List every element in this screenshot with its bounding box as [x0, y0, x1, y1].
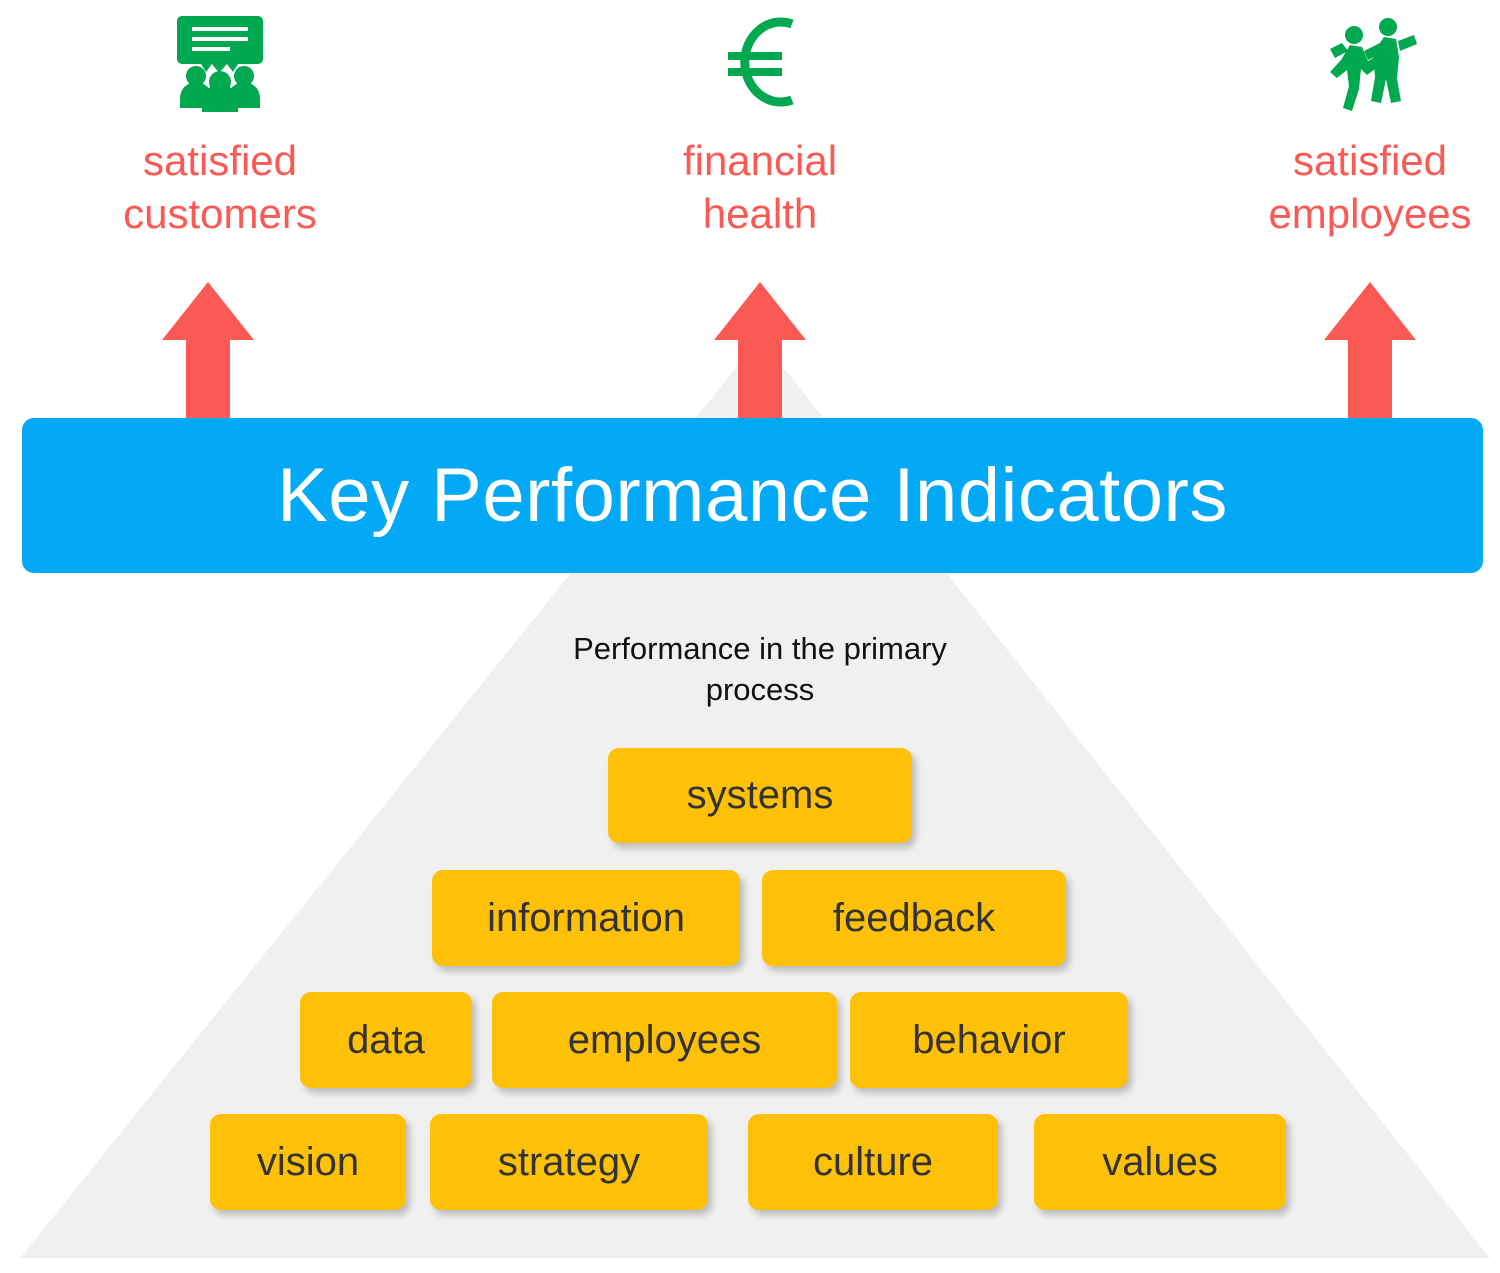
outcome-label: satisfied customers — [123, 137, 317, 238]
up-arrow-icon — [162, 282, 254, 430]
pyramid-block-employees[interactable]: employees — [492, 992, 837, 1088]
kpi-banner: Key Performance Indicators — [22, 418, 1483, 573]
up-arrow-icon — [1324, 282, 1416, 430]
pyramid-caption: Performance in the primary process — [573, 631, 947, 708]
pyramid-block-culture[interactable]: culture — [748, 1114, 998, 1210]
pyramid-block-feedback[interactable]: feedback — [762, 870, 1066, 966]
kpi-pyramid-diagram: satisfied customers financial health sat… — [0, 0, 1500, 1273]
up-arrow-icon — [714, 282, 806, 430]
pyramid-block-vision[interactable]: vision — [210, 1114, 406, 1210]
pyramid-block-strategy[interactable]: strategy — [430, 1114, 708, 1210]
outcome-satisfied-customers: satisfied customers — [55, 8, 385, 241]
outcome-satisfied-employees: satisfied employees — [1205, 8, 1500, 241]
pyramid-block-values[interactable]: values — [1034, 1114, 1286, 1210]
pyramid-block-systems[interactable]: systems — [608, 748, 912, 843]
outcome-financial-health: financial health — [595, 8, 925, 241]
pyramid-block-behavior[interactable]: behavior — [850, 992, 1128, 1088]
outcome-label: financial health — [682, 137, 838, 238]
euro-currency-icon — [595, 8, 925, 116]
pyramid-block-data[interactable]: data — [300, 992, 472, 1088]
presentation-audience-icon — [55, 8, 385, 116]
pyramid-block-information[interactable]: information — [432, 870, 740, 966]
outcome-label: satisfied employees — [1268, 137, 1472, 238]
kpi-banner-title: Key Performance Indicators — [277, 453, 1228, 538]
dancing-people-icon — [1205, 8, 1500, 116]
